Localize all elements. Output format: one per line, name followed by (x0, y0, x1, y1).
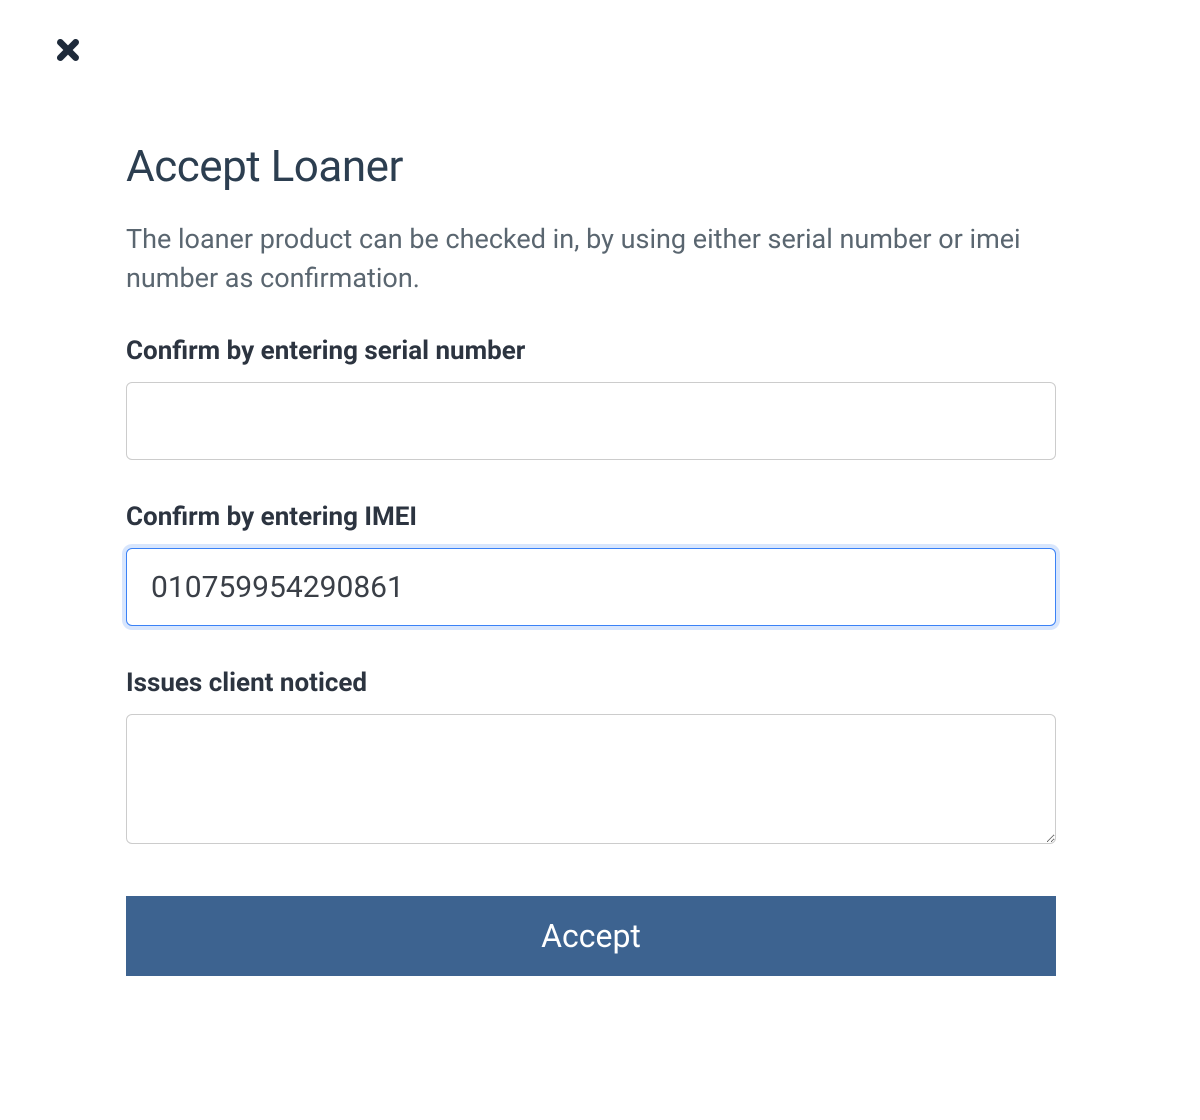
serial-number-input[interactable] (126, 382, 1056, 460)
imei-group: Confirm by entering IMEI (126, 502, 1056, 626)
imei-label: Confirm by entering IMEI (126, 502, 1056, 532)
imei-input[interactable] (126, 548, 1056, 626)
serial-number-group: Confirm by entering serial number (126, 336, 1056, 460)
accept-button[interactable]: Accept (126, 896, 1056, 976)
issues-group: Issues client noticed (126, 668, 1056, 848)
issues-label: Issues client noticed (126, 668, 1056, 698)
issues-textarea[interactable] (126, 714, 1056, 844)
dialog-content: Accept Loaner The loaner product can be … (126, 140, 1056, 976)
serial-number-label: Confirm by entering serial number (126, 336, 1056, 366)
close-button[interactable] (48, 32, 88, 72)
dialog-title: Accept Loaner (126, 140, 1056, 192)
dialog-description: The loaner product can be checked in, by… (126, 220, 1056, 298)
close-icon (52, 34, 84, 70)
